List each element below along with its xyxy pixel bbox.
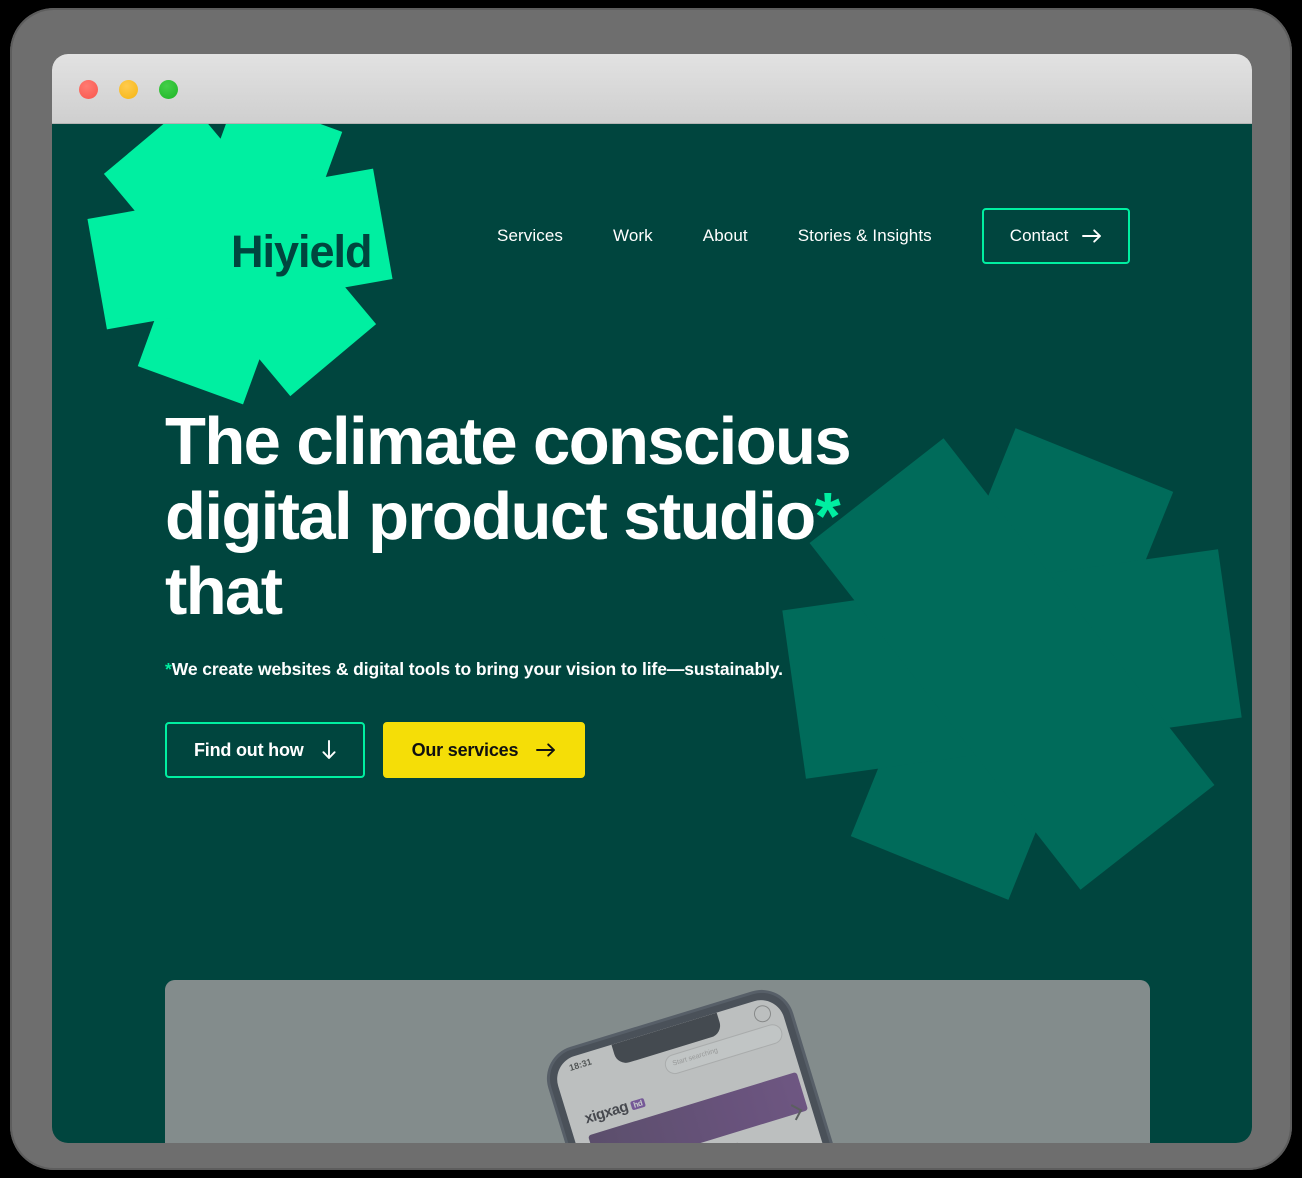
contact-button[interactable]: Contact bbox=[981, 208, 1131, 264]
find-out-how-label: Find out how bbox=[194, 739, 304, 760]
search-icon bbox=[751, 1003, 774, 1025]
arrow-right-icon bbox=[1082, 229, 1102, 243]
window-title-bar bbox=[52, 54, 1252, 124]
minimize-window-button[interactable] bbox=[119, 80, 138, 99]
hero-title-line-1: The climate conscious bbox=[165, 404, 852, 479]
phone-search-placeholder: Start searching bbox=[671, 1047, 719, 1068]
hero-title-line-2: digital product studio bbox=[165, 479, 816, 555]
hero-button-group: Find out how Our services bbox=[165, 722, 925, 779]
hero-title-line-3: that bbox=[165, 554, 283, 630]
nav-link-about[interactable]: About bbox=[678, 226, 773, 246]
phone-app-brand-badge: hd bbox=[629, 1097, 647, 1111]
hero-subtitle-text: We create websites & digital tools to br… bbox=[171, 659, 783, 680]
maximize-window-button[interactable] bbox=[159, 80, 178, 99]
browser-window: Hiyield Services Work About Stories & In… bbox=[52, 54, 1252, 1143]
nav-link-stories-insights[interactable]: Stories & Insights bbox=[773, 226, 957, 246]
page-viewport: Hiyield Services Work About Stories & In… bbox=[52, 124, 1252, 1143]
arrow-down-icon bbox=[322, 740, 336, 760]
our-services-label: Our services bbox=[411, 739, 519, 760]
hero-media-card[interactable]: 18:31 Start searching xigxaghd Narrated … bbox=[165, 980, 1150, 1143]
arrow-right-icon bbox=[536, 743, 556, 757]
phone-status-time: 18:31 bbox=[567, 1056, 593, 1073]
nav-link-work[interactable]: Work bbox=[588, 226, 678, 246]
main-navigation: Services Work About Stories & Insights C… bbox=[472, 204, 1131, 268]
logo-wordmark: Hiyield bbox=[231, 226, 373, 277]
hero-subtitle: *We create websites & digital tools to b… bbox=[165, 659, 925, 680]
phone-screen: 18:31 Start searching xigxaghd Narrated … bbox=[551, 994, 863, 1143]
close-window-button[interactable] bbox=[79, 80, 98, 99]
contact-button-label: Contact bbox=[1009, 226, 1069, 245]
page-title: The climate conscious digital product st… bbox=[165, 404, 925, 629]
nav-link-services[interactable]: Services bbox=[472, 226, 588, 246]
phone-app-brand-text: xigxag bbox=[582, 1098, 631, 1128]
hero-section: The climate conscious digital product st… bbox=[165, 404, 925, 779]
phone-mockup: 18:31 Start searching xigxaghd Narrated … bbox=[542, 985, 870, 1143]
device-frame: Hiyield Services Work About Stories & In… bbox=[10, 8, 1292, 1170]
our-services-button[interactable]: Our services bbox=[382, 722, 586, 779]
hero-title-asterisk: * bbox=[814, 479, 841, 555]
hero-subtitle-asterisk: * bbox=[165, 659, 172, 680]
site-logo[interactable]: Hiyield bbox=[87, 124, 393, 405]
find-out-how-button[interactable]: Find out how bbox=[165, 722, 365, 779]
